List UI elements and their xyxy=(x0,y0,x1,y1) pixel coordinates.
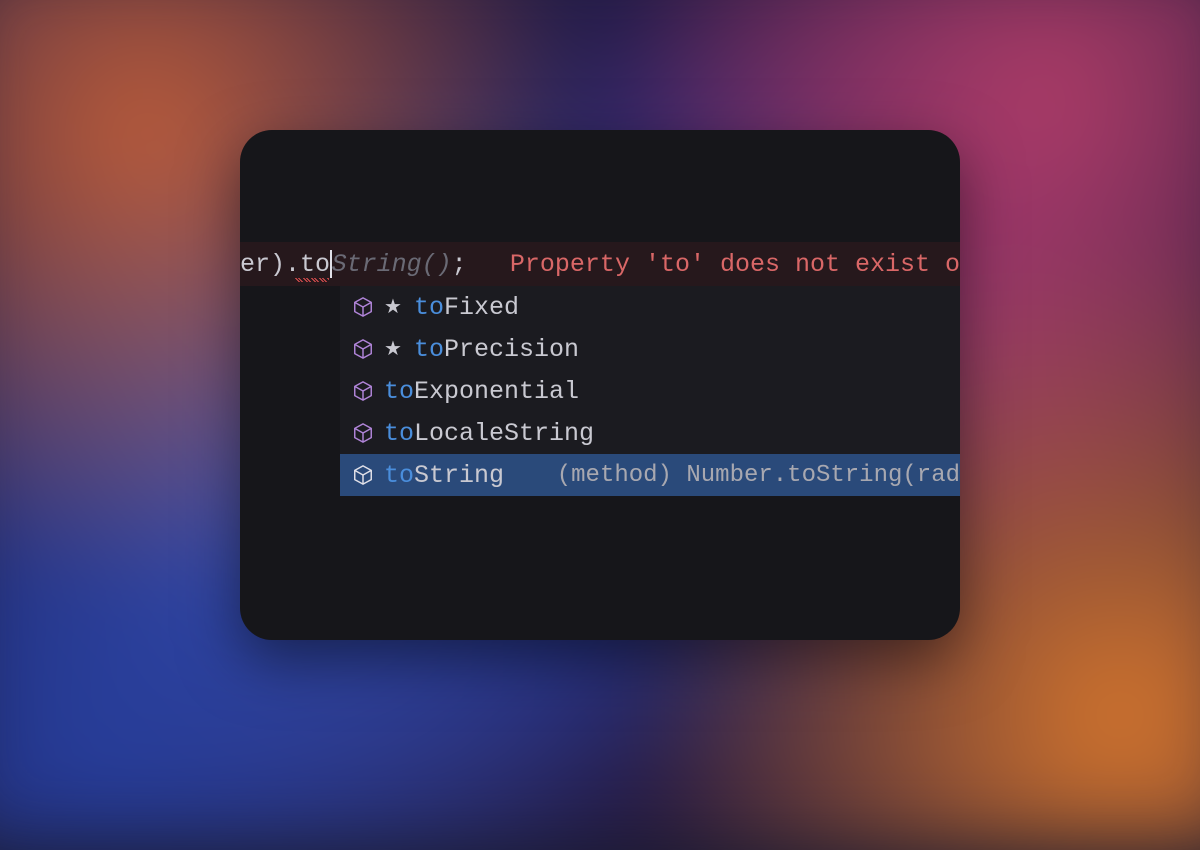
autocomplete-item[interactable]: toString (method) Number.toString(rad xyxy=(340,454,960,496)
method-icon xyxy=(352,296,374,318)
code-area[interactable]: er).toString(); Property 'to' does not e… xyxy=(240,242,960,286)
code-semicolon: ; xyxy=(452,250,467,279)
star-icon: ★ xyxy=(384,294,402,320)
error-squiggle xyxy=(295,278,329,282)
autocomplete-item[interactable]: ★ toPrecision xyxy=(340,328,960,370)
code-prefix: er) xyxy=(240,250,285,279)
editor-window: er).toString(); Property 'to' does not e… xyxy=(240,130,960,640)
autocomplete-item[interactable]: toLocaleString xyxy=(340,412,960,454)
autocomplete-label: toFixed xyxy=(414,293,519,322)
autocomplete-item[interactable]: toExponential xyxy=(340,370,960,412)
autocomplete-label: toLocaleString xyxy=(384,419,594,448)
inline-error-message: Property 'to' does not exist o xyxy=(510,250,960,279)
code-line[interactable]: er).toString(); Property 'to' does not e… xyxy=(240,242,960,286)
code-ghost-suggestion: String() xyxy=(332,250,452,279)
autocomplete-detail: (method) Number.toString(rad xyxy=(557,462,960,489)
autocomplete-label: toExponential xyxy=(384,377,579,406)
autocomplete-popup[interactable]: ★ toFixed ★ toPrecision toExponential toLocal… xyxy=(340,286,960,496)
method-icon xyxy=(352,464,374,486)
autocomplete-item[interactable]: ★ toFixed xyxy=(340,286,960,328)
code-typed: to xyxy=(300,250,330,279)
method-icon xyxy=(352,422,374,444)
method-icon xyxy=(352,338,374,360)
code-dot: . xyxy=(285,250,300,279)
autocomplete-label: toPrecision xyxy=(414,335,579,364)
method-icon xyxy=(352,380,374,402)
star-icon: ★ xyxy=(384,336,402,362)
autocomplete-label: toString xyxy=(384,461,504,490)
